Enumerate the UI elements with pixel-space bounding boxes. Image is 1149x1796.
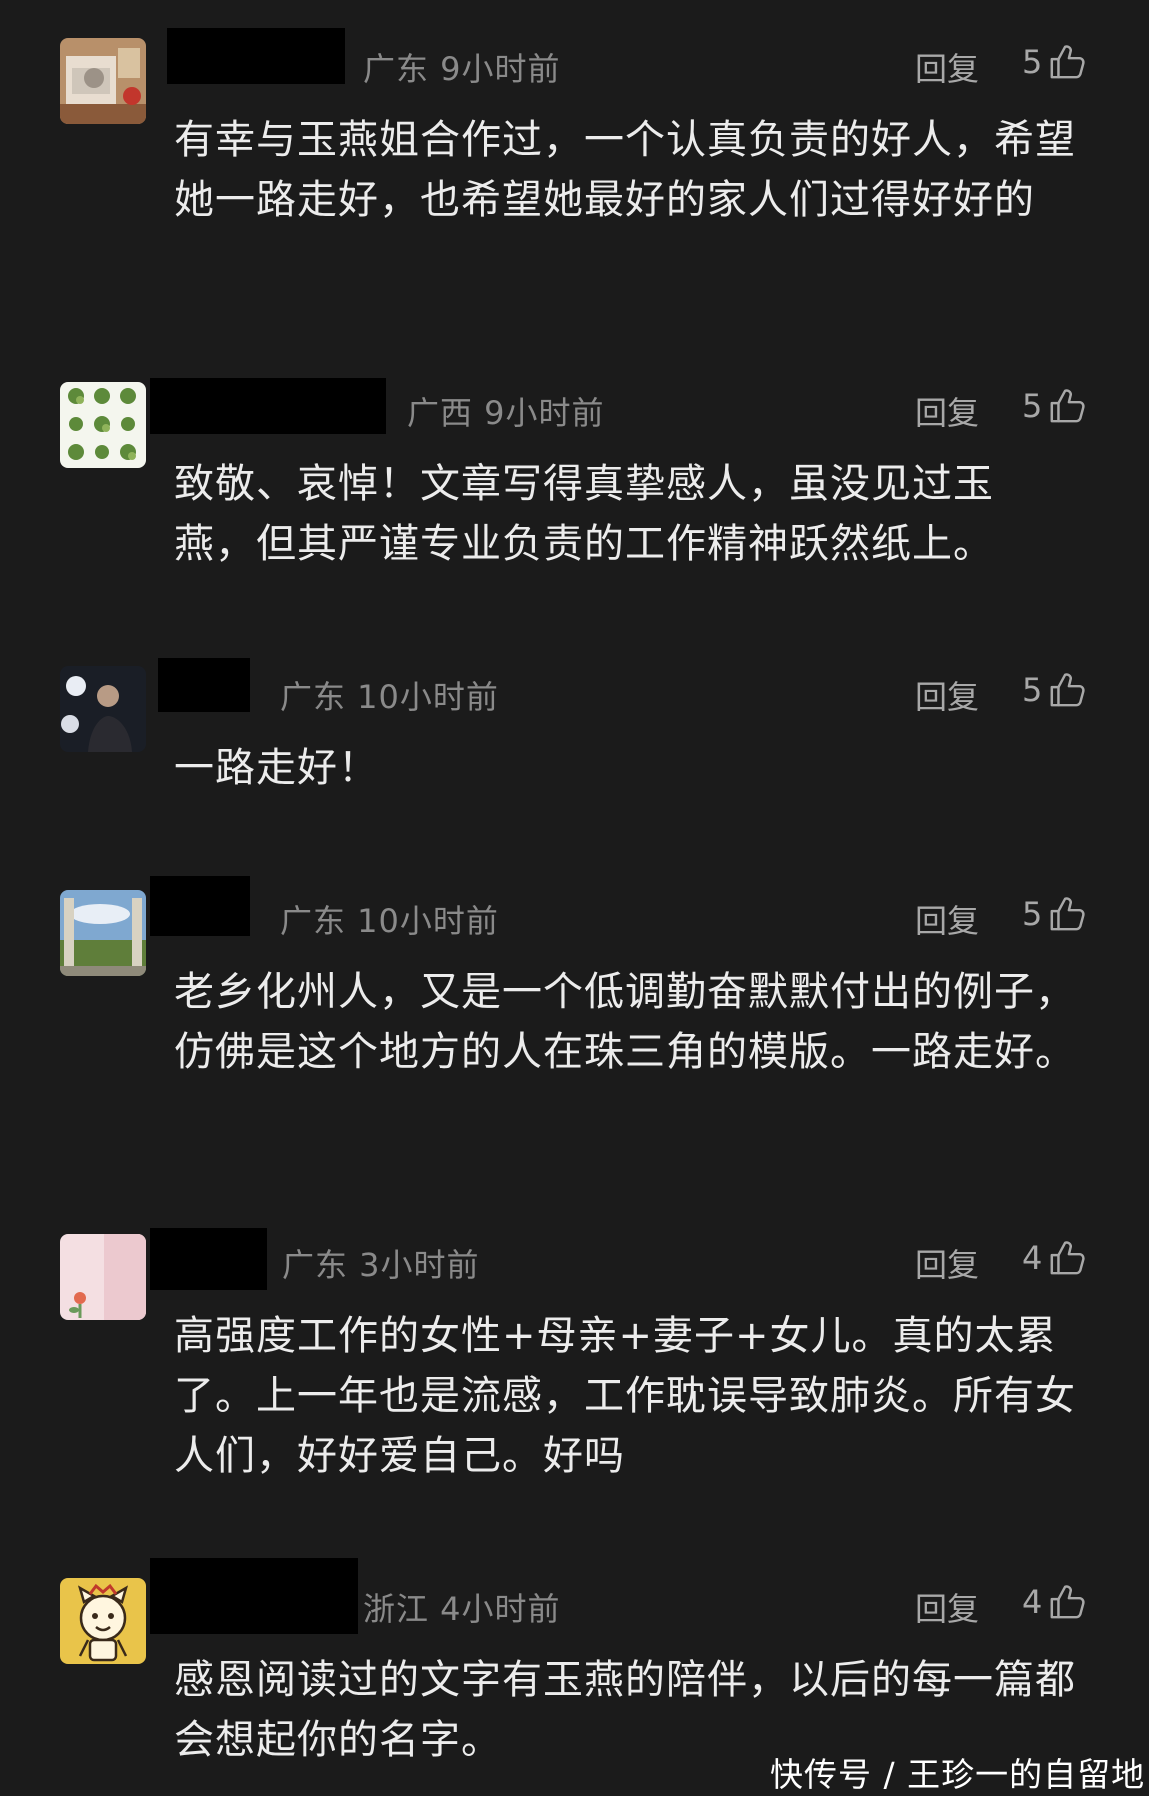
user-avatar[interactable] <box>60 666 146 752</box>
thumbs-up-icon <box>1050 673 1085 707</box>
thumbs-up-icon <box>1050 1241 1085 1275</box>
username-redacted <box>150 1228 267 1290</box>
like-count: 5 <box>1022 671 1043 709</box>
comment-meta: 广东 10小时前 <box>280 902 499 940</box>
like-button[interactable]: 4 <box>1022 1580 1086 1624</box>
username-redacted <box>150 1558 358 1634</box>
comment-text: 致敬、哀悼！文章写得真挚感人，虽没见过玉燕，但其严谨专业负责的工作精神跃然纸上。 <box>174 461 994 567</box>
pink-flower-avatar-icon <box>60 1234 146 1320</box>
user-avatar[interactable] <box>60 382 146 468</box>
username-redacted <box>150 876 250 936</box>
like-button[interactable]: 4 <box>1022 1236 1086 1280</box>
like-count: 5 <box>1022 43 1043 81</box>
comment-meta: 广东 10小时前 <box>280 678 499 716</box>
reply-button[interactable]: 回复 <box>915 44 979 90</box>
comment-text: 一路走好！ <box>174 745 379 791</box>
like-button[interactable]: 5 <box>1022 384 1086 428</box>
reply-button[interactable]: 回复 <box>915 672 979 718</box>
comment-text: 有幸与玉燕姐合作过，一个认真负责的好人，希望她一路走好，也希望她最好的家人们过得… <box>174 117 1076 223</box>
comment-meta: 浙江 4小时前 <box>363 1590 561 1628</box>
photo-avatar-icon <box>60 38 146 124</box>
watermark: 快传号 / 王珍一的自留地 <box>770 1755 1146 1794</box>
username-redacted <box>158 658 250 712</box>
user-avatar[interactable] <box>60 38 146 124</box>
landscape-avatar-icon <box>60 890 146 976</box>
comment-meta: 广东 9小时前 <box>363 50 561 88</box>
user-avatar[interactable] <box>60 1234 146 1320</box>
like-button[interactable]: 5 <box>1022 668 1086 712</box>
thumbs-up-icon <box>1050 1585 1085 1619</box>
comment-text: 老乡化州人，又是一个低调勤奋默默付出的例子，仿佛是这个地方的人在珠三角的模版。一… <box>174 969 1076 1075</box>
thumbs-up-icon <box>1050 897 1085 931</box>
reply-button[interactable]: 回复 <box>915 1584 979 1630</box>
portrait-avatar-icon <box>60 666 146 752</box>
cartoon-cat-avatar-icon <box>60 1578 146 1664</box>
like-count: 5 <box>1022 895 1043 933</box>
user-avatar[interactable] <box>60 890 146 976</box>
username-redacted <box>167 28 345 84</box>
comment-meta: 广东 3小时前 <box>282 1246 480 1284</box>
plants-grid-avatar-icon <box>60 382 146 468</box>
username-redacted <box>150 378 386 434</box>
comment-text: 高强度工作的女性+母亲+妻子+女儿。真的太累了。上一年也是流感，工作耽误导致肺炎… <box>174 1313 1076 1479</box>
like-button[interactable]: 5 <box>1022 892 1086 936</box>
like-count: 4 <box>1022 1239 1043 1277</box>
reply-button[interactable]: 回复 <box>915 388 979 434</box>
thumbs-up-icon <box>1050 45 1085 79</box>
reply-button[interactable]: 回复 <box>915 1240 979 1286</box>
like-button[interactable]: 5 <box>1022 40 1086 84</box>
like-count: 4 <box>1022 1583 1043 1621</box>
thumbs-up-icon <box>1050 389 1085 423</box>
comment-meta: 广西 9小时前 <box>407 394 605 432</box>
like-count: 5 <box>1022 387 1043 425</box>
user-avatar[interactable] <box>60 1578 146 1664</box>
reply-button[interactable]: 回复 <box>915 896 979 942</box>
